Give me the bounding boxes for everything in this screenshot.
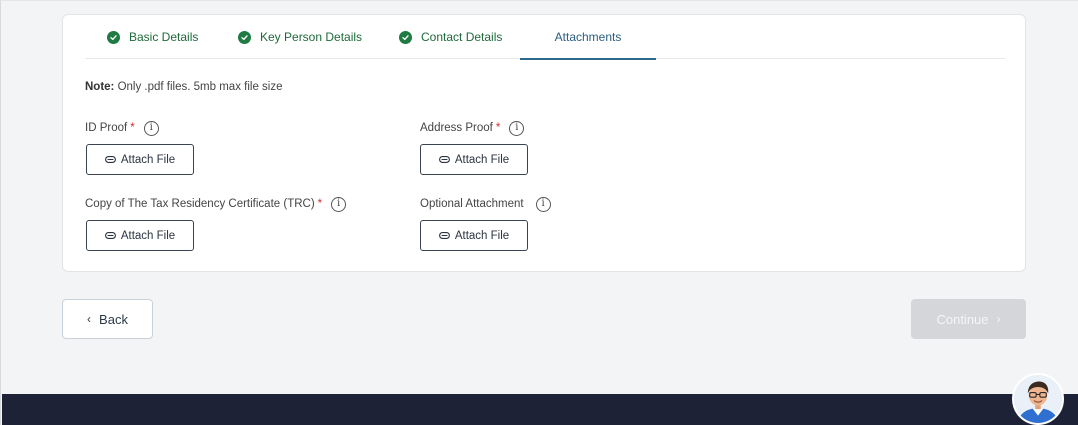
attachments-card: Basic Details Key Person Details Contact… [62,14,1026,272]
field-label: Optional Attachment [420,198,524,210]
paperclip-icon [104,232,116,239]
check-circle-icon [238,30,251,44]
field-label-row: Address Proof * i [420,119,525,137]
tab-attachments[interactable]: Attachments [520,15,656,60]
paperclip-icon [438,232,450,239]
tab-label: Basic Details [129,30,199,44]
footer-band [2,394,1078,425]
field-label-row: ID Proof * i [85,119,159,137]
continue-button[interactable]: Continue › [911,299,1026,339]
note-prefix: Note: [85,81,115,93]
required-marker: * [317,198,323,210]
assistant-avatar[interactable] [1012,373,1064,425]
attach-label: Attach File [454,153,510,166]
field-label-row: Copy of The Tax Residency Certificate (T… [85,195,347,213]
paperclip-icon [104,156,116,163]
address-proof-attach-button[interactable]: Attach File [420,144,528,175]
field-label: Address Proof [420,122,493,134]
chevron-left-icon: ‹ [87,312,92,326]
tab-label: Key Person Details [260,30,363,44]
field-label: Copy of The Tax Residency Certificate (T… [85,198,315,210]
page: Basic Details Key Person Details Contact… [0,0,1078,425]
attach-label: Attach File [120,153,176,166]
field-label: ID Proof [85,122,128,134]
file-note: Note: Only .pdf files. 5mb max file size [85,81,283,93]
tab-basic-details[interactable]: Basic Details [107,15,227,59]
attach-label: Attach File [454,229,510,242]
field-optional-attachment: Optional Attachment i [420,195,551,213]
info-circle-icon[interactable]: i [509,120,525,136]
id-proof-attach-button[interactable]: Attach File [86,144,194,175]
trc-attach-button[interactable]: Attach File [86,220,194,251]
required-marker: * [495,122,501,134]
back-button[interactable]: ‹ Back [62,299,153,339]
info-circle-icon[interactable]: i [535,196,551,212]
step-tabs: Basic Details Key Person Details Contact… [85,15,1005,60]
check-circle-icon [399,30,412,44]
field-id-proof: ID Proof * i [85,119,159,137]
field-address-proof: Address Proof * i [420,119,525,137]
info-circle-icon[interactable]: i [331,196,347,212]
tab-contact-details[interactable]: Contact Details [399,15,539,59]
info-circle-icon[interactable]: i [143,120,159,136]
field-trc: Copy of The Tax Residency Certificate (T… [85,195,347,213]
required-marker: * [130,122,135,134]
tab-key-person-details[interactable]: Key Person Details [238,15,398,59]
tab-label: Attachments [554,30,622,44]
check-circle-icon [107,30,120,44]
continue-label: Continue [936,311,989,327]
back-label: Back [99,311,128,327]
tab-label: Contact Details [421,30,503,44]
field-label-row: Optional Attachment i [420,195,551,213]
chevron-right-icon: › [996,312,1001,326]
attach-label: Attach File [120,229,176,242]
assistant-avatar-icon [1014,375,1062,423]
optional-attach-button[interactable]: Attach File [420,220,528,251]
paperclip-icon [438,156,450,163]
note-text: Only .pdf files. 5mb max file size [117,81,283,93]
